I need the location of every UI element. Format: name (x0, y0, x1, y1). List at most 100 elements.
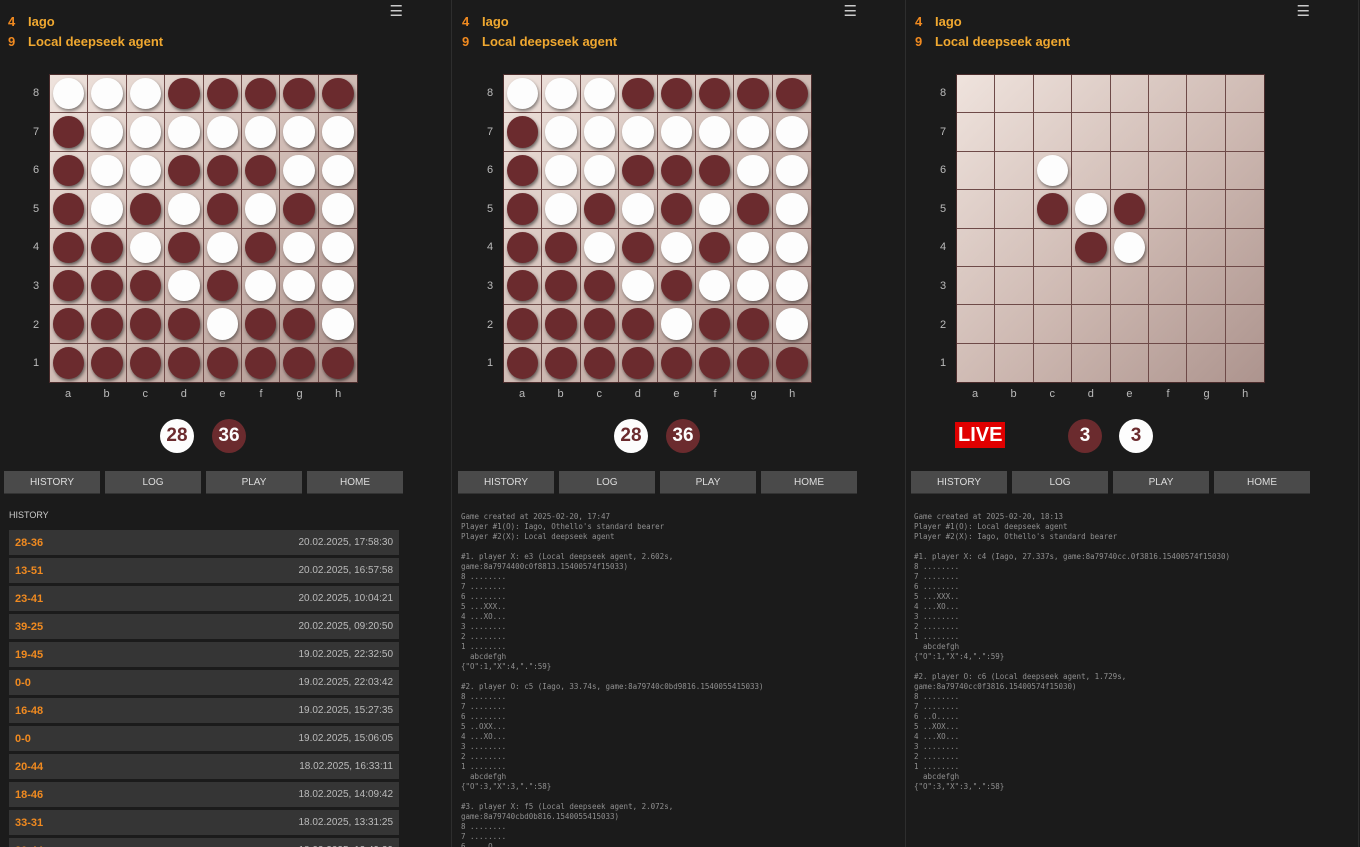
board-cell-c5[interactable] (580, 190, 620, 229)
board-cell-a4[interactable] (50, 228, 89, 267)
board-cell-f5[interactable] (1148, 190, 1188, 229)
board-cell-d1[interactable] (1072, 343, 1111, 382)
log-button[interactable]: LOG (105, 471, 201, 494)
board-cell-a6[interactable] (50, 151, 89, 191)
board-cell-b1[interactable] (88, 343, 127, 382)
board-cell-b5[interactable] (995, 190, 1034, 229)
board-cell-h3[interactable] (318, 267, 357, 306)
board-cell-f1[interactable] (696, 343, 735, 382)
board-cell-f1[interactable] (242, 343, 281, 382)
history-button[interactable]: HISTORY (4, 471, 100, 494)
board-cell-c8[interactable] (580, 75, 620, 114)
board-cell-c2[interactable] (126, 305, 166, 344)
board-cell-e4[interactable] (657, 228, 696, 267)
board-cell-b8[interactable] (995, 75, 1034, 114)
board-cell-e4[interactable] (203, 228, 242, 267)
board-cell-d7[interactable] (165, 113, 204, 152)
board-cell-e1[interactable] (204, 343, 242, 382)
board-cell-c1[interactable] (581, 343, 620, 382)
board-cell-h6[interactable] (772, 152, 811, 191)
board-cell-g6[interactable] (1187, 151, 1226, 191)
board-cell-g4[interactable] (734, 228, 773, 267)
board-cell-g1[interactable] (280, 343, 319, 382)
board-cell-c4[interactable] (1033, 228, 1073, 267)
board-cell-h4[interactable] (1225, 229, 1264, 267)
board-cell-f8[interactable] (695, 75, 735, 114)
board-cell-b6[interactable] (995, 151, 1034, 191)
board-cell-h8[interactable] (1225, 75, 1264, 114)
board-cell-g6[interactable] (734, 151, 773, 191)
history-item[interactable]: 28-36 20.02.2025, 17:58:30 (9, 530, 399, 555)
board-cell-h7[interactable] (318, 113, 357, 152)
board-cell-d5[interactable] (619, 190, 658, 229)
board-cell-a4[interactable] (504, 228, 543, 267)
board-cell-b4[interactable] (995, 228, 1034, 267)
board-cell-g4[interactable] (1187, 228, 1226, 267)
board-cell-g8[interactable] (1187, 75, 1226, 114)
board-cell-h1[interactable] (1226, 344, 1264, 382)
board-cell-b5[interactable] (542, 190, 581, 229)
board-cell-a4[interactable] (957, 228, 996, 267)
history-item[interactable]: 39-25 20.02.2025, 09:20:50 (9, 614, 399, 639)
board-cell-b4[interactable] (88, 228, 127, 267)
board-cell-e5[interactable] (203, 190, 242, 229)
history-item[interactable]: 20-44 18.02.2025, 16:33:11 (9, 754, 399, 779)
history-item[interactable]: 33-31 18.02.2025, 13:31:25 (9, 810, 399, 835)
board-cell-a7[interactable] (50, 113, 89, 152)
board-cell-d5[interactable] (165, 190, 204, 229)
board-cell-h6[interactable] (1225, 152, 1264, 191)
board-cell-f2[interactable] (695, 305, 735, 344)
board-cell-b1[interactable] (542, 343, 581, 382)
board-cell-e3[interactable] (1110, 266, 1149, 306)
board-cell-d8[interactable] (619, 75, 658, 114)
board-cell-d5[interactable] (1072, 190, 1111, 229)
board-cell-a2[interactable] (957, 305, 996, 344)
board-cell-h1[interactable] (773, 344, 811, 382)
board-cell-a8[interactable] (50, 75, 89, 114)
board-cell-a5[interactable] (957, 190, 996, 229)
board-cell-d3[interactable] (619, 266, 658, 306)
board-cell-g5[interactable] (734, 190, 773, 229)
board-cell-f2[interactable] (1148, 305, 1188, 344)
board-cell-g5[interactable] (280, 190, 319, 229)
board-cell-a2[interactable] (50, 305, 89, 344)
board-cell-d1[interactable] (619, 343, 658, 382)
board-cell-a5[interactable] (50, 190, 89, 229)
history-item[interactable]: 13-51 20.02.2025, 16:57:58 (9, 558, 399, 583)
board-cell-g8[interactable] (280, 75, 319, 114)
play-button[interactable]: PLAY (660, 471, 756, 494)
board-cell-e5[interactable] (1110, 190, 1149, 229)
history-item[interactable]: 20-4418.02.2025, 12:49:29 (9, 838, 399, 847)
board-cell-a6[interactable] (504, 151, 543, 191)
board-cell-h6[interactable] (318, 152, 357, 191)
board-cell-f6[interactable] (695, 151, 735, 191)
board-cell-b7[interactable] (542, 113, 581, 152)
board-cell-e4[interactable] (1110, 228, 1149, 267)
board-cell-e3[interactable] (203, 266, 242, 306)
board-cell-d6[interactable] (165, 151, 204, 191)
board-cell-c1[interactable] (1034, 343, 1073, 382)
board-cell-f4[interactable] (241, 228, 281, 267)
board-cell-g5[interactable] (1187, 190, 1226, 229)
board-cell-b2[interactable] (88, 305, 127, 344)
board-cell-f8[interactable] (1148, 75, 1188, 114)
log-button[interactable]: LOG (1012, 471, 1108, 494)
board-cell-c4[interactable] (580, 228, 620, 267)
board-cell-d6[interactable] (1072, 151, 1111, 191)
history-item[interactable]: 19-45 19.02.2025, 22:32:50 (9, 642, 399, 667)
board-cell-b3[interactable] (88, 266, 127, 306)
board-cell-b8[interactable] (542, 75, 581, 114)
board-cell-a6[interactable] (957, 151, 996, 191)
history-item[interactable]: 16-48 19.02.2025, 15:27:35 (9, 698, 399, 723)
board-cell-d4[interactable] (1072, 228, 1111, 267)
board-cell-c4[interactable] (126, 228, 166, 267)
board-cell-g1[interactable] (734, 343, 773, 382)
board-cell-h4[interactable] (772, 229, 811, 267)
board-cell-g7[interactable] (1187, 113, 1226, 152)
board-cell-h3[interactable] (1225, 267, 1264, 306)
board-cell-h7[interactable] (772, 113, 811, 152)
history-item[interactable]: 18-46 18.02.2025, 14:09:42 (9, 782, 399, 807)
board-cell-c1[interactable] (127, 343, 166, 382)
board-cell-g8[interactable] (734, 75, 773, 114)
board-cell-c5[interactable] (1033, 190, 1073, 229)
